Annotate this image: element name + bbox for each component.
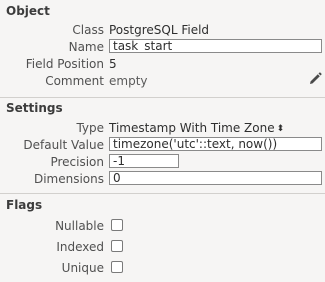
object-section-title: Object xyxy=(6,4,50,18)
comment-label: Comment xyxy=(45,74,104,88)
unique-label: Unique xyxy=(61,261,104,275)
comment-value: empty xyxy=(109,74,148,88)
nullable-label: Nullable xyxy=(55,219,104,233)
updown-arrow-icon: ⬍ xyxy=(276,124,285,134)
name-input[interactable] xyxy=(109,39,322,53)
flags-section-title: Flags xyxy=(6,198,43,212)
precision-label: Precision xyxy=(50,155,104,169)
type-combo-value: Timestamp With Time Zone xyxy=(109,121,275,135)
settings-divider xyxy=(0,193,325,194)
default-value-input[interactable] xyxy=(109,137,322,151)
field-position-label: Field Position xyxy=(25,57,104,71)
name-label: Name xyxy=(68,40,104,54)
field-position-value: 5 xyxy=(109,57,117,71)
type-combo[interactable]: Timestamp With Time Zone ⬍ xyxy=(109,121,284,135)
object-divider xyxy=(0,97,325,98)
default-value-label: Default Value xyxy=(23,138,104,152)
nullable-checkbox[interactable] xyxy=(111,219,123,231)
class-value: PostgreSQL Field xyxy=(109,23,210,37)
dimensions-label: Dimensions xyxy=(33,172,104,186)
class-label: Class xyxy=(72,23,104,37)
pencil-icon[interactable] xyxy=(307,71,323,87)
type-label: Type xyxy=(76,121,104,135)
indexed-checkbox[interactable] xyxy=(111,240,123,252)
indexed-label: Indexed xyxy=(56,240,104,254)
dimensions-input[interactable] xyxy=(109,171,322,185)
unique-checkbox[interactable] xyxy=(111,261,123,273)
precision-input[interactable] xyxy=(109,154,179,168)
settings-section-title: Settings xyxy=(6,101,63,115)
